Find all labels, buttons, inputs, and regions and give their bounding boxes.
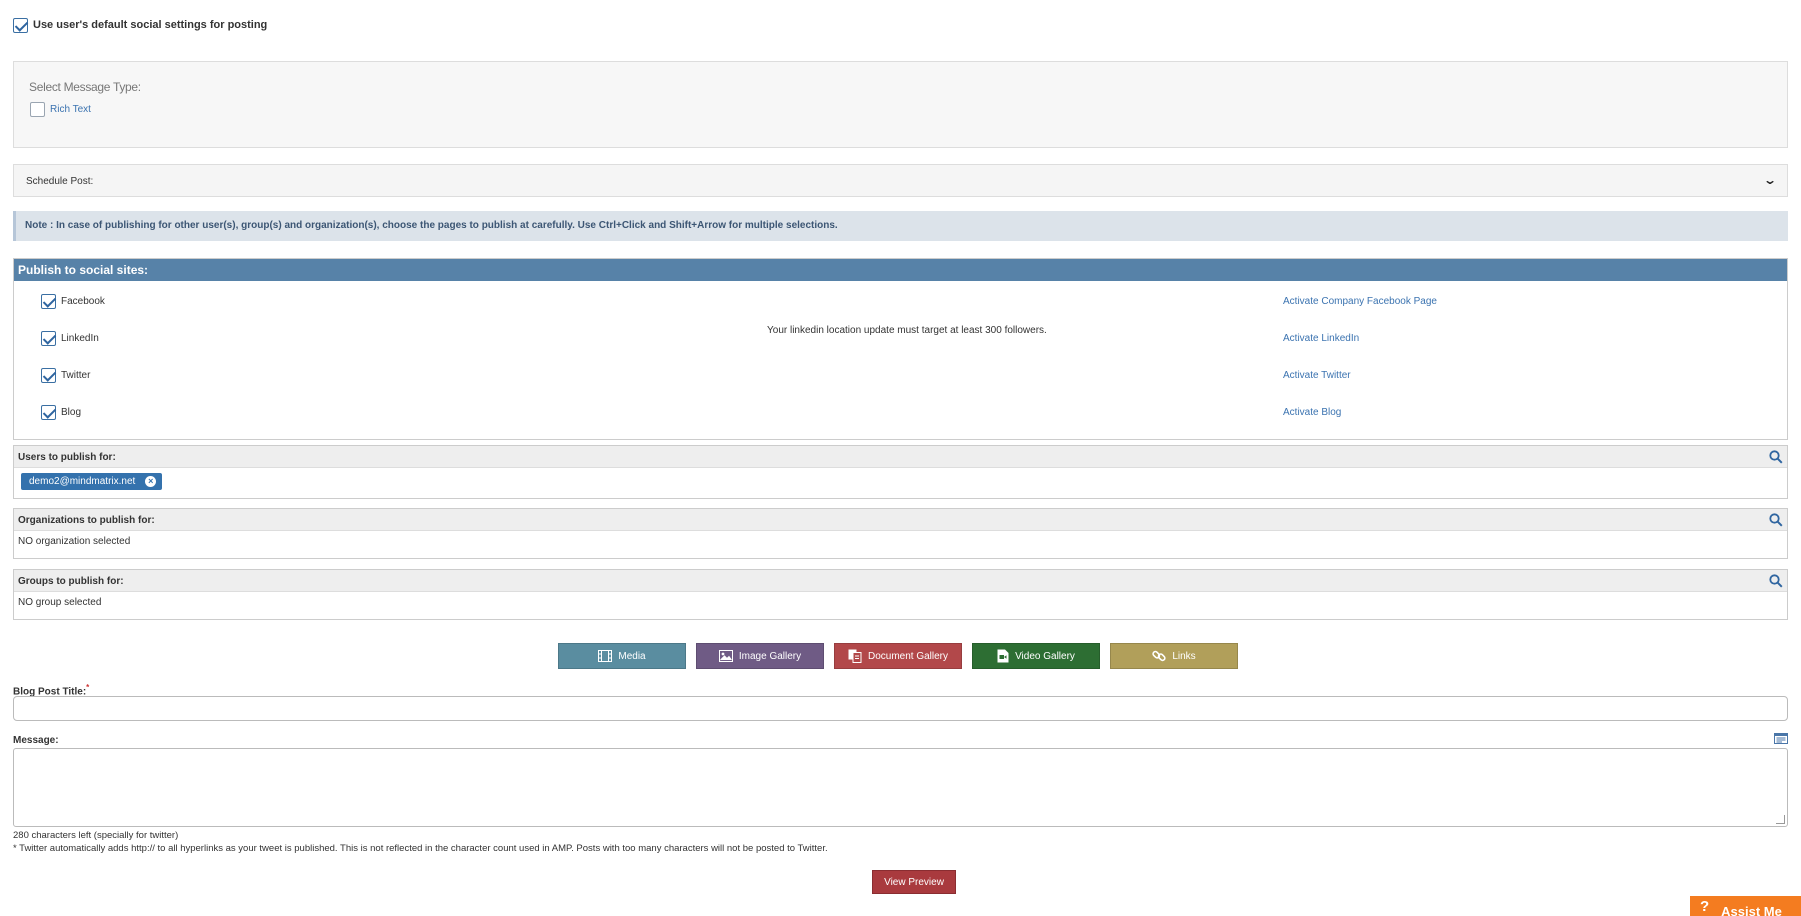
twitter-label: Twitter: [61, 370, 91, 381]
document-gallery-button[interactable]: Document Gallery: [834, 643, 962, 669]
groups-publish-header: Groups to publish for:: [14, 570, 1787, 592]
activate-linkedin-link[interactable]: Activate LinkedIn: [1283, 333, 1359, 344]
search-icon[interactable]: [1769, 450, 1783, 464]
site-facebook[interactable]: Facebook: [41, 294, 105, 309]
blog-title-input[interactable]: [13, 696, 1788, 721]
video-gallery-label: Video Gallery: [1015, 650, 1075, 662]
organizations-empty-text: NO organization selected: [18, 536, 131, 547]
activate-facebook-link[interactable]: Activate Company Facebook Page: [1283, 296, 1437, 307]
organizations-publish-box: Organizations to publish for: NO organiz…: [13, 508, 1788, 559]
assist-me-button[interactable]: ? Assist Me: [1690, 896, 1801, 916]
site-blog[interactable]: Blog: [41, 405, 81, 420]
linkedin-note: Your linkedin location update must targe…: [767, 325, 1047, 336]
default-settings-label: Use user's default social settings for p…: [33, 19, 268, 31]
assist-me-label: Assist Me: [1721, 904, 1782, 916]
twitter-checkbox[interactable]: [41, 368, 56, 383]
view-preview-button[interactable]: View Preview: [872, 870, 956, 894]
users-publish-box: Users to publish for: demo2@mindmatrix.n…: [13, 445, 1788, 499]
search-icon[interactable]: [1769, 574, 1783, 588]
users-publish-header: Users to publish for:: [14, 446, 1787, 468]
organizations-publish-title: Organizations to publish for:: [18, 515, 155, 526]
message-type-panel: Select Message Type: Rich Text: [13, 61, 1788, 148]
schedule-post-label: Schedule Post:: [26, 176, 94, 187]
editor-toggle-icon[interactable]: [1774, 733, 1788, 744]
site-twitter[interactable]: Twitter: [41, 368, 90, 383]
remove-tag-icon[interactable]: ×: [145, 476, 157, 487]
linkedin-label: LinkedIn: [61, 333, 99, 344]
message-textarea[interactable]: [13, 748, 1788, 827]
help-icon: ?: [1700, 898, 1710, 915]
blog-label: Blog: [61, 407, 82, 418]
rich-text-option[interactable]: Rich Text: [30, 102, 91, 117]
film-icon: [598, 650, 613, 662]
linkedin-checkbox[interactable]: [41, 331, 56, 346]
message-type-title: Select Message Type:: [29, 80, 141, 94]
image-gallery-button[interactable]: Image Gallery: [696, 643, 824, 669]
site-linkedin[interactable]: LinkedIn: [41, 331, 99, 346]
media-label: Media: [618, 650, 646, 662]
schedule-post-bar[interactable]: Schedule Post: ⌄: [13, 164, 1788, 197]
default-settings-row[interactable]: Use user's default social settings for p…: [13, 16, 267, 34]
rich-text-checkbox[interactable]: [30, 102, 45, 117]
gallery-buttons: Media Image Gallery Document Gallery Vid…: [558, 643, 1238, 669]
documents-icon: [848, 649, 862, 663]
groups-publish-box: Groups to publish for: NO group selected: [13, 569, 1788, 620]
search-icon[interactable]: [1769, 513, 1783, 527]
links-button[interactable]: Links: [1110, 643, 1238, 669]
activate-blog-link[interactable]: Activate Blog: [1283, 407, 1341, 418]
default-settings-checkbox[interactable]: [13, 17, 28, 33]
video-file-icon: [997, 649, 1009, 663]
required-mark: *: [86, 683, 90, 692]
facebook-label: Facebook: [61, 296, 105, 307]
user-tag[interactable]: demo2@mindmatrix.net ×: [21, 473, 163, 490]
document-gallery-label: Document Gallery: [867, 650, 949, 662]
users-tag-list[interactable]: demo2@mindmatrix.net ×: [14, 468, 1787, 496]
groups-empty-text: NO group selected: [18, 597, 102, 608]
links-label: Links: [1172, 650, 1196, 662]
publish-social-title: Publish to social sites:: [14, 259, 1787, 281]
image-gallery-label: Image Gallery: [738, 650, 802, 662]
groups-publish-title: Groups to publish for:: [18, 576, 124, 587]
twitter-note-text: * Twitter automatically adds http:// to …: [13, 843, 828, 854]
users-publish-title: Users to publish for:: [18, 452, 116, 463]
blog-checkbox[interactable]: [41, 405, 56, 420]
image-icon: [718, 650, 733, 662]
rich-text-label[interactable]: Rich Text: [50, 104, 91, 115]
user-tag-label: demo2@mindmatrix.net: [29, 476, 136, 487]
publish-social-panel: Publish to social sites: Facebook Activa…: [13, 258, 1788, 440]
facebook-checkbox[interactable]: [41, 294, 56, 309]
message-label: Message:: [13, 735, 59, 746]
chars-left-text: 280 characters left (specially for twitt…: [13, 830, 179, 841]
organizations-publish-header: Organizations to publish for:: [14, 509, 1787, 531]
link-icon: [1152, 650, 1166, 662]
publishing-note: Note : In case of publishing for other u…: [13, 211, 1788, 241]
video-gallery-button[interactable]: Video Gallery: [972, 643, 1100, 669]
chevron-down-icon[interactable]: ⌄: [1763, 173, 1777, 187]
media-button[interactable]: Media: [558, 643, 686, 669]
activate-twitter-link[interactable]: Activate Twitter: [1283, 370, 1351, 381]
